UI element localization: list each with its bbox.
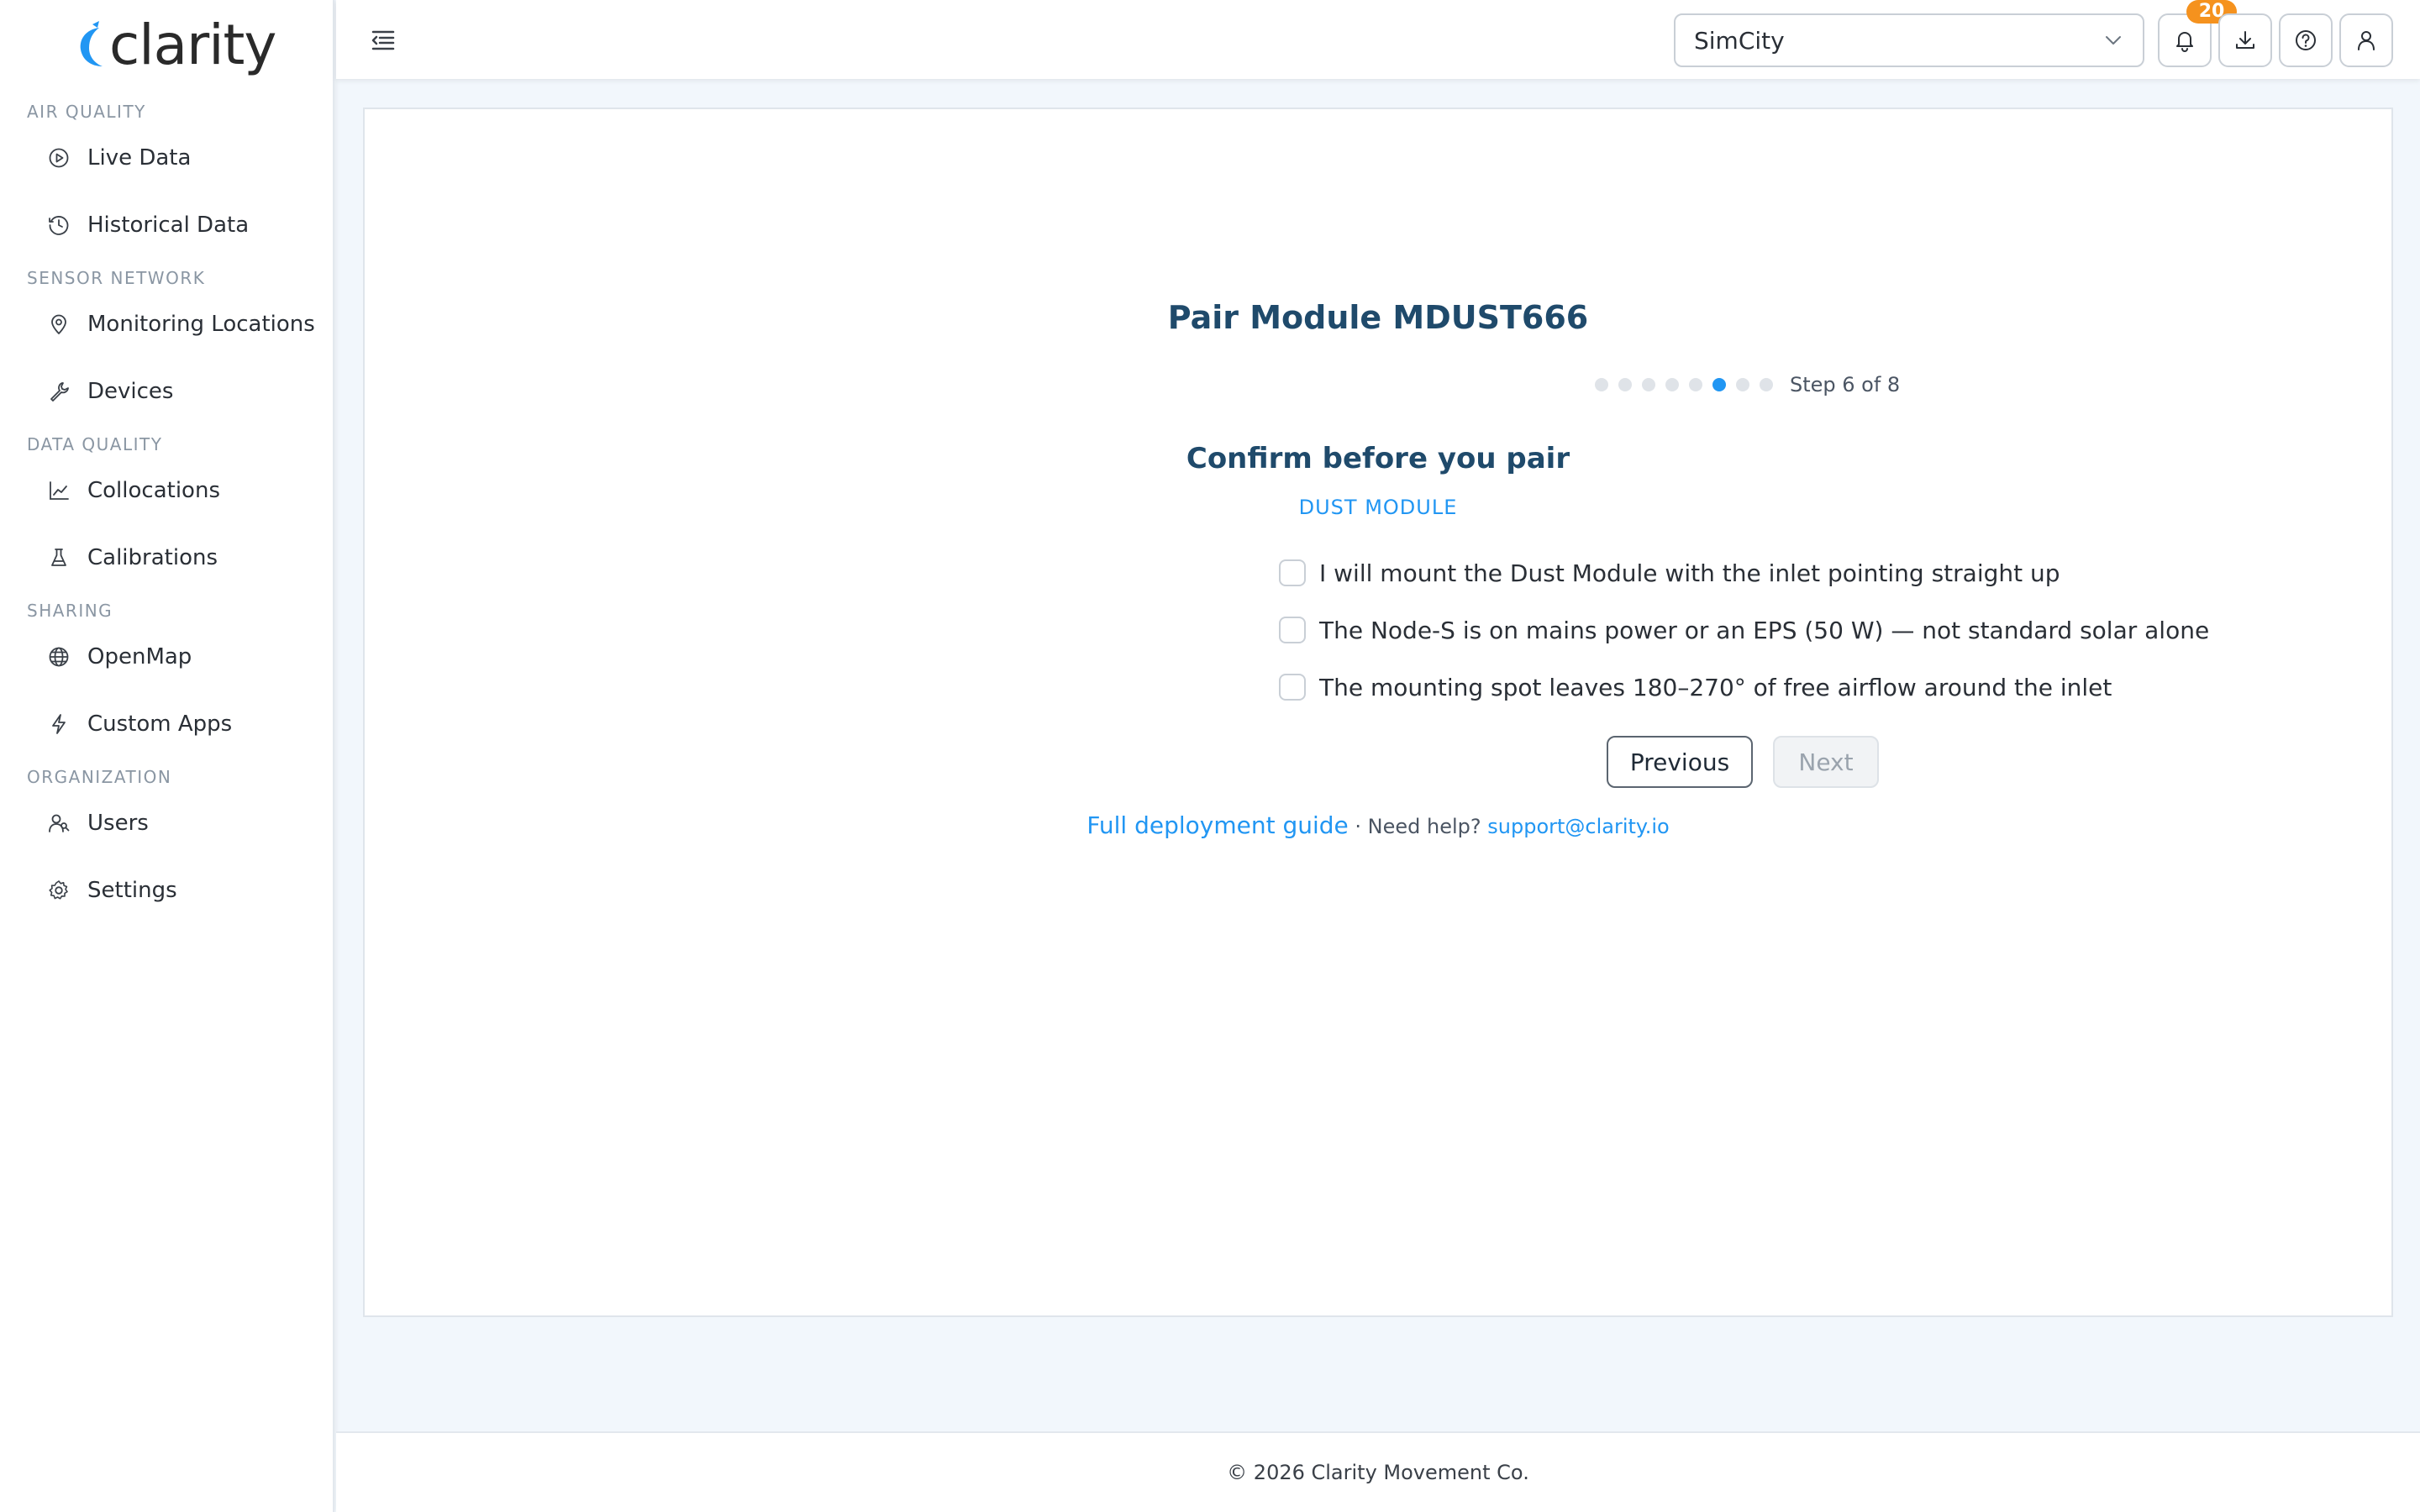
deployment-guide-link[interactable]: Full deployment guide (1086, 811, 1348, 839)
sidebar-item-live-data[interactable]: Live Data (0, 124, 334, 192)
step-text: Step 6 of 8 (1790, 373, 1901, 396)
step-dot (1689, 378, 1702, 391)
clarity-logo[interactable]: clarity (74, 12, 276, 79)
help-button[interactable] (2279, 13, 2333, 67)
nav-section-title: AIR QUALITY (27, 102, 146, 122)
step-dot (1760, 378, 1773, 391)
collapse-menu-button[interactable] (368, 25, 398, 55)
checklist-item[interactable]: The mounting spot leaves 180–270° of fre… (1279, 659, 2209, 716)
top-bar: SimCity (336, 0, 2420, 79)
sidebar-item-settings[interactable]: Settings (0, 857, 334, 924)
sidebar-item-label: Settings (87, 878, 177, 903)
help-circle-icon (2296, 30, 2316, 50)
nav-section-title: SENSOR NETWORK (27, 268, 206, 288)
chevron-down-icon (2106, 36, 2121, 45)
step-dot (1665, 378, 1679, 391)
step-dot (1736, 378, 1749, 391)
menu-collapse-icon (371, 30, 395, 50)
sidebar-item-label: Live Data (87, 145, 192, 171)
logo-mark-icon (80, 21, 103, 66)
nav-gap (0, 425, 334, 432)
sidebar-item-label: Historical Data (87, 213, 250, 238)
module-type-label: DUST MODULE (1298, 496, 1458, 519)
gear-icon (47, 879, 71, 902)
confirmation-checklist: I will mount the Dust Module with the in… (1279, 544, 2209, 716)
next-button[interactable]: Next (1773, 736, 1879, 788)
checkbox[interactable] (1279, 674, 1306, 701)
bell-icon (2176, 32, 2193, 52)
sidebar-nav: AIR QUALITY Live Data Historical Data SENSO… (0, 99, 334, 924)
nav-gap (0, 591, 334, 598)
sidebar-item-label: Collocations (87, 478, 220, 503)
account-button[interactable] (2339, 13, 2393, 67)
organization-select[interactable]: SimCity (1674, 13, 2144, 67)
checklist-item[interactable]: I will mount the Dust Module with the in… (1279, 544, 2209, 601)
sidebar-item-historical-data[interactable]: Historical Data (0, 192, 334, 259)
checklist-item[interactable]: The Node-S is on mains power or an EPS (… (1279, 601, 2209, 659)
sidebar-item-users[interactable]: Users (0, 790, 334, 857)
sidebar-item-label: Calibrations (87, 545, 218, 570)
wrench-icon (47, 380, 71, 403)
step-dot (1642, 378, 1655, 391)
checklist-item-label: The mounting spot leaves 180–270° of fre… (1319, 673, 2112, 701)
sidebar-item-custom-apps[interactable]: Custom Apps (0, 690, 334, 758)
checklist-item-label: I will mount the Dust Module with the in… (1319, 559, 2060, 587)
page-title: Pair Module MDUST666 (1167, 299, 1589, 336)
copyright-text: © 2026 Clarity Movement Co. (1227, 1461, 1529, 1484)
sidebar-item-label: Monitoring Locations (87, 312, 315, 337)
step-dot (1618, 378, 1632, 391)
checklist-item-label: The Node-S is on mains power or an EPS (… (1319, 616, 2210, 644)
nav-section-title: ORGANIZATION (27, 767, 172, 787)
nav-gap (0, 758, 334, 764)
user-icon (2358, 31, 2375, 50)
section-title: Confirm before you pair (1186, 442, 1570, 475)
logo-text: clarity (109, 13, 276, 77)
flask-icon (47, 546, 71, 570)
location-pin-icon (47, 312, 71, 336)
sidebar-item-label: Devices (87, 379, 174, 404)
sidebar-item-label: Custom Apps (87, 711, 233, 737)
help-line: Full deployment guide · Need help? suppo… (365, 811, 2391, 839)
play-circle-icon (47, 146, 71, 170)
sidebar-item-label: Users (87, 811, 149, 836)
globe-icon (47, 645, 71, 669)
checkbox[interactable] (1279, 559, 1306, 586)
sidebar-item-devices[interactable]: Devices (0, 358, 334, 425)
sidebar-item-openmap[interactable]: OpenMap (0, 623, 334, 690)
sidebar-item-calibrations[interactable]: Calibrations (0, 524, 334, 591)
support-email-link[interactable]: support@clarity.io (1487, 815, 1669, 838)
sidebar-item-label: OpenMap (87, 644, 192, 669)
checkbox[interactable] (1279, 617, 1306, 643)
help-separator-text: · Need help? (1348, 815, 1488, 838)
downloads-button[interactable] (2218, 13, 2272, 67)
lightning-icon (47, 712, 71, 736)
sidebar-item-collocations[interactable]: Collocations (0, 457, 334, 524)
nav-gap (0, 259, 334, 265)
line-chart-icon (47, 479, 71, 502)
footer: © 2026 Clarity Movement Co. (336, 1431, 2420, 1512)
organization-select-value: SimCity (1694, 26, 1785, 55)
step-dot (1595, 378, 1608, 391)
download-icon (2236, 31, 2254, 49)
step-dots (1595, 378, 1783, 391)
clock-icon (47, 213, 71, 237)
sidebar-item-monitoring-locations[interactable]: Monitoring Locations (0, 291, 334, 358)
step-dot-active (1712, 378, 1726, 391)
pair-module-card: Pair Module MDUST666 Step 6 of 8 Confirm… (363, 108, 2393, 1317)
nav-section-title: SHARING (27, 601, 113, 621)
previous-button[interactable]: Previous (1607, 736, 1753, 788)
users-icon (47, 811, 71, 835)
sidebar: clarity AIR QUALITY Live Data Historical D… (0, 0, 334, 1512)
nav-section-title: DATA QUALITY (27, 434, 163, 454)
step-indicator: Step 6 of 8 (1595, 373, 1900, 396)
